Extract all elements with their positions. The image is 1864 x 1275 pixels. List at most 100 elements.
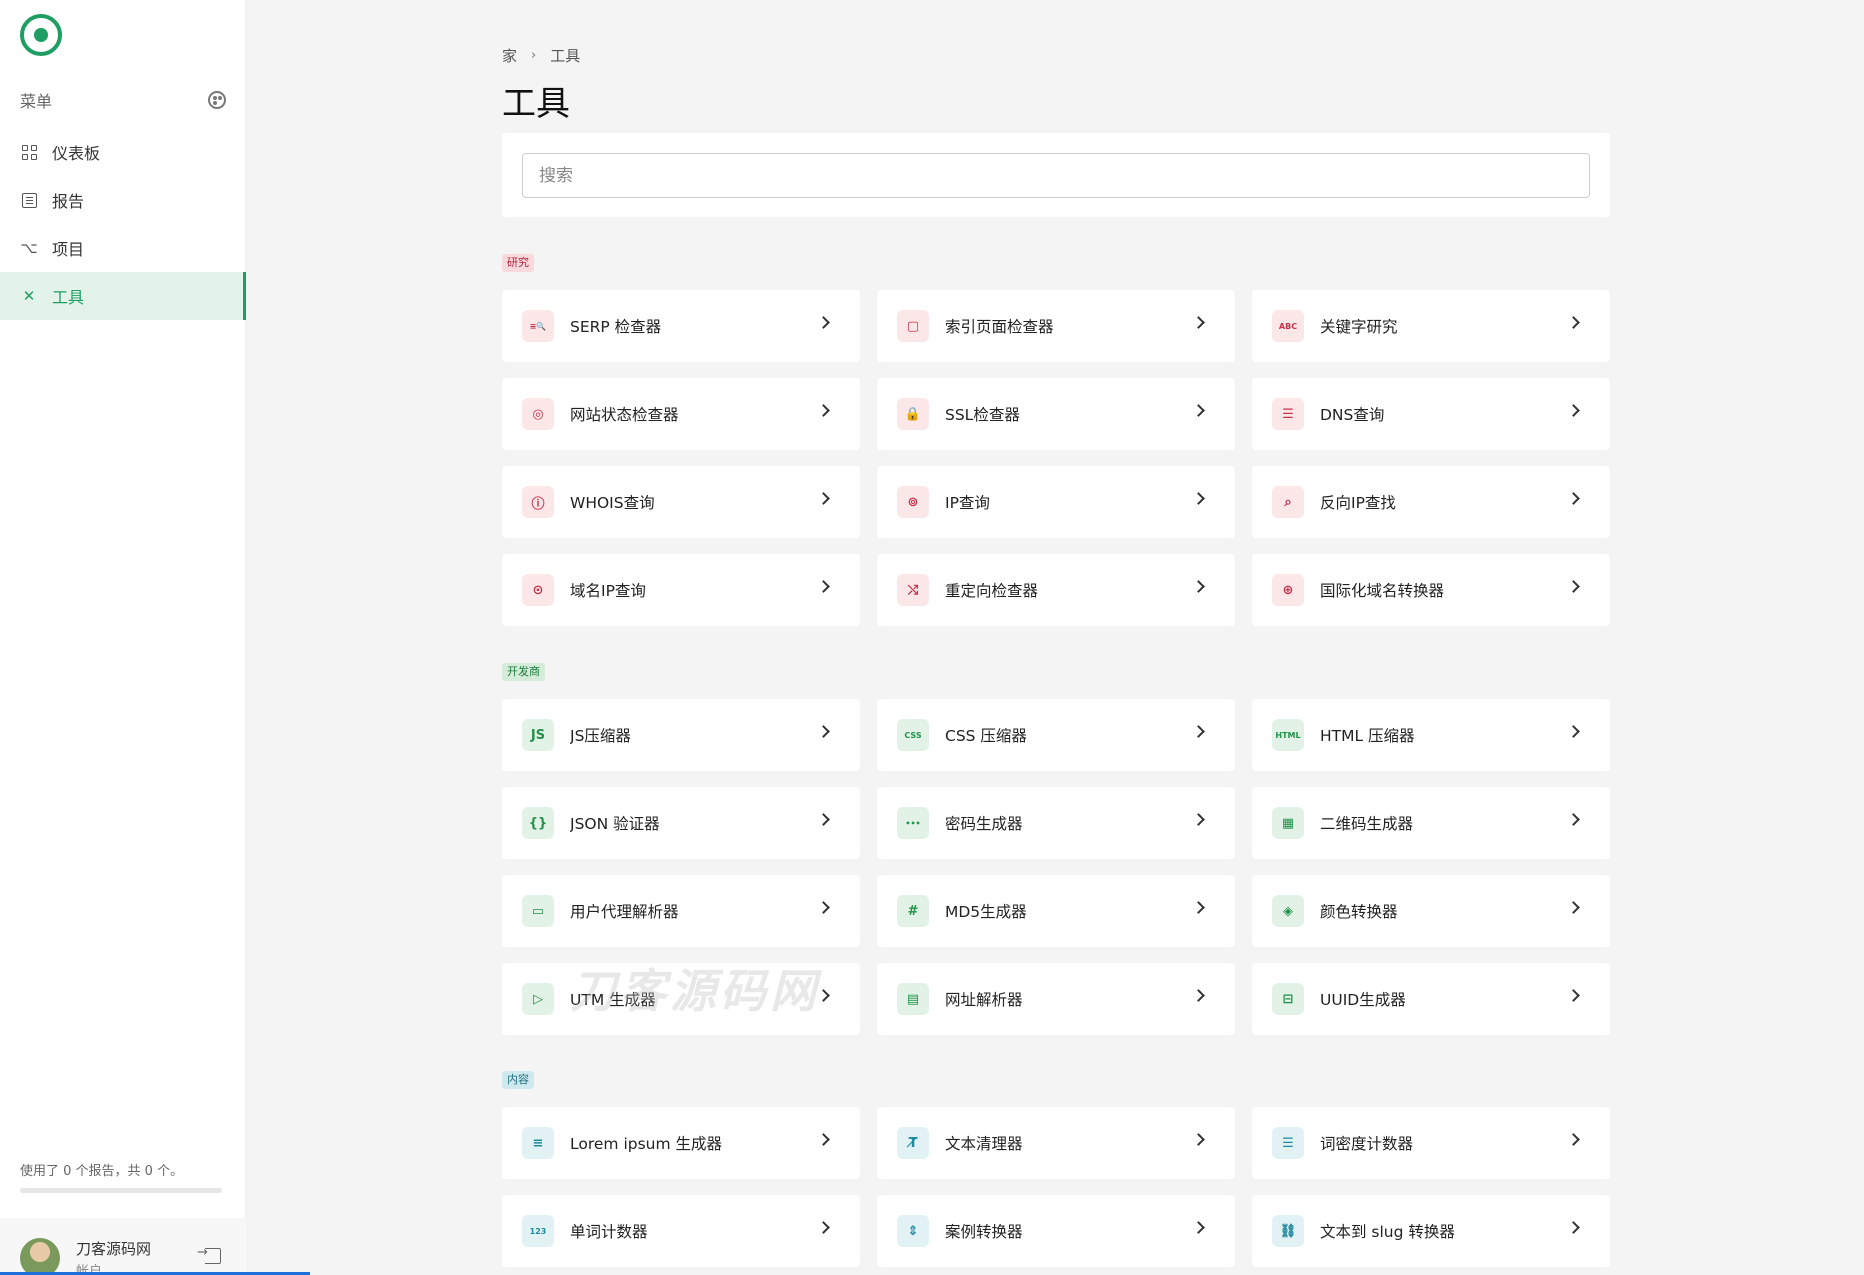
tool-card[interactable]: ⊟ UUID生成器	[1252, 963, 1610, 1035]
tool-card[interactable]: ≡ Lorem ipsum 生成器	[502, 1107, 860, 1179]
chevron-right-icon	[1567, 492, 1580, 505]
tool-card[interactable]: 123 单词计数器	[502, 1195, 860, 1267]
tool-card[interactable]: ◈ 颜色转换器	[1252, 875, 1610, 947]
chevron-right-icon	[817, 989, 830, 1002]
tool-label: 用户代理解析器	[570, 903, 679, 921]
tool-card[interactable]: CSS CSS 压缩器	[877, 699, 1235, 771]
css-icon: CSS	[897, 719, 929, 751]
tool-card[interactable]: 🔒 SSL检查器	[877, 378, 1235, 450]
tool-card[interactable]: ▷ UTM 生成器	[502, 963, 860, 1035]
chevron-right-icon	[817, 901, 830, 914]
dns-server-icon: ☰	[1272, 398, 1304, 430]
chevron-right-icon	[1192, 1221, 1205, 1234]
usage-progress-bar	[20, 1188, 222, 1193]
sidebar-nav: 仪表板 报告 ⌥ 项目 ✕ 工具	[0, 128, 246, 320]
section-tag: 研究	[502, 254, 534, 272]
tool-card[interactable]: ⇕ 案例转换器	[877, 1195, 1235, 1267]
tool-label: 颜色转换器	[1320, 903, 1398, 921]
tool-card[interactable]: ⊙ 域名IP查询	[502, 554, 860, 626]
chevron-right-icon	[817, 1133, 830, 1146]
tag-icon: ▷	[522, 983, 554, 1015]
avatar[interactable]	[20, 1238, 60, 1275]
tool-card[interactable]: ☰ DNS查询	[1252, 378, 1610, 450]
chevron-right-icon	[1567, 404, 1580, 417]
color-swatch-icon: ◈	[1272, 895, 1304, 927]
chevron-right-icon	[1192, 813, 1205, 826]
sidebar-item-projects[interactable]: ⌥ 项目	[0, 224, 246, 272]
logout-icon[interactable]	[197, 1245, 221, 1264]
case-convert-icon: ⇕	[897, 1215, 929, 1247]
tool-card[interactable]: ☰ 词密度计数器	[1252, 1107, 1610, 1179]
website-status-icon: ◎	[522, 398, 554, 430]
sidebar-item-label: 工具	[52, 288, 85, 307]
tool-label: JSON 验证器	[570, 815, 660, 833]
tool-label: SERP 检查器	[570, 318, 662, 336]
tool-card[interactable]: JS JS压缩器	[502, 699, 860, 771]
tool-card[interactable]: ▢ 索引页面检查器	[877, 290, 1235, 362]
chevron-right-icon	[1192, 1133, 1205, 1146]
chevron-right-icon	[1567, 316, 1580, 329]
tool-label: 文本到 slug 转换器	[1320, 1223, 1455, 1241]
tool-label: WHOIS查询	[570, 494, 655, 512]
chevron-right-icon	[817, 580, 830, 593]
chevron-right-icon	[1567, 1133, 1580, 1146]
tool-label: 密码生成器	[945, 815, 1023, 833]
chevron-right-icon	[1567, 580, 1580, 593]
tool-card[interactable]: {} JSON 验证器	[502, 787, 860, 859]
tool-card[interactable]: ••• 密码生成器	[877, 787, 1235, 859]
tool-card[interactable]: ▦ 二维码生成器	[1252, 787, 1610, 859]
tool-label: 索引页面检查器	[945, 318, 1054, 336]
tool-card[interactable]: ABC 关键字研究	[1252, 290, 1610, 362]
chevron-right-icon	[1192, 725, 1205, 738]
tool-card[interactable]: ▤ 网址解析器	[877, 963, 1235, 1035]
usage-text: 使用了 0 个报告，共 0 个。	[20, 1164, 184, 1179]
account-panel[interactable]: 刀客源码网 帐户	[0, 1218, 246, 1275]
tool-label: 重定向检查器	[945, 582, 1039, 600]
tool-label: IP查询	[945, 494, 990, 512]
tool-card[interactable]: ≡🔍 SERP 检查器	[502, 290, 860, 362]
chevron-right-icon	[817, 492, 830, 505]
chevron-right-icon: ›	[531, 48, 537, 63]
ip-search-icon: ⊚	[897, 486, 929, 518]
sidebar-item-tools[interactable]: ✕ 工具	[0, 272, 246, 320]
tool-card[interactable]: HTML HTML 压缩器	[1252, 699, 1610, 771]
tool-card[interactable]: # MD5生成器	[877, 875, 1235, 947]
chevron-right-icon	[1192, 492, 1205, 505]
breadcrumb: 家 › 工具	[502, 45, 580, 66]
chevron-right-icon	[1192, 316, 1205, 329]
menu-label: 菜单	[20, 92, 53, 111]
tool-card[interactable]: ⊚ IP查询	[877, 466, 1235, 538]
password-icon: •••	[897, 807, 929, 839]
redirect-icon: ⤭	[897, 574, 929, 606]
chevron-right-icon	[1192, 580, 1205, 593]
breadcrumb-home[interactable]: 家	[502, 45, 517, 66]
tool-card[interactable]: ⤭ 重定向检查器	[877, 554, 1235, 626]
sidebar-item-label: 报告	[52, 192, 85, 211]
tool-grid: ≡🔍 SERP 检查器 ▢ 索引页面检查器 ABC 关键字研究 ◎ 网站状态检查器 🔒 SSL检查…	[502, 290, 1610, 626]
tool-card[interactable]: ▭ 用户代理解析器	[502, 875, 860, 947]
menu-header: 菜单	[20, 88, 226, 112]
chevron-right-icon	[817, 404, 830, 417]
tool-card[interactable]: ⌕ 反向IP查找	[1252, 466, 1610, 538]
sidebar-item-label: 项目	[52, 240, 85, 259]
reverse-search-icon: ⌕	[1272, 486, 1304, 518]
section-tag: 开发商	[502, 663, 545, 681]
tool-card[interactable]: ⊕ 国际化域名转换器	[1252, 554, 1610, 626]
palette-icon[interactable]	[208, 91, 226, 109]
tool-card[interactable]: ⓘ WHOIS查询	[502, 466, 860, 538]
tool-card[interactable]: ◎ 网站状态检查器	[502, 378, 860, 450]
qr-code-icon: ▦	[1272, 807, 1304, 839]
chevron-right-icon	[1567, 989, 1580, 1002]
app-logo[interactable]	[20, 14, 62, 56]
chevron-right-icon	[1192, 404, 1205, 417]
search-input[interactable]	[522, 153, 1590, 198]
sidebar-item-reports[interactable]: 报告	[0, 176, 246, 224]
indexed-page-icon: ▢	[897, 310, 929, 342]
chevron-right-icon	[817, 316, 830, 329]
tool-card[interactable]: T̸ 文本清理器	[877, 1107, 1235, 1179]
section-tag: 内容	[502, 1071, 534, 1089]
tool-label: 词密度计数器	[1320, 1135, 1414, 1153]
sidebar-item-dashboard[interactable]: 仪表板	[0, 128, 246, 176]
tool-card[interactable]: ⛓ 文本到 slug 转换器	[1252, 1195, 1610, 1267]
counter-icon: 123	[522, 1215, 554, 1247]
